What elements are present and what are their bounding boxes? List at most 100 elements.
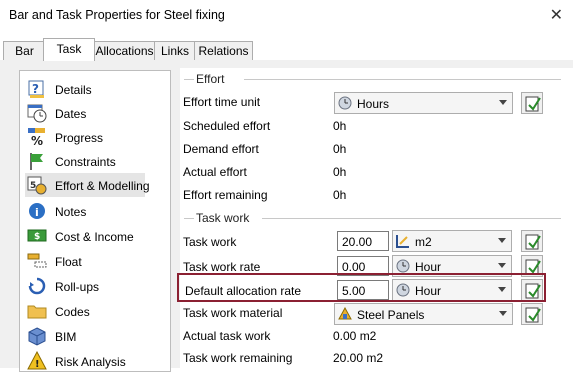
rollup-icon — [27, 276, 47, 296]
task-work-rate-unit-value: Hour — [415, 260, 442, 274]
measure-icon — [396, 234, 410, 248]
default-allocation-rate-label: Default allocation rate — [185, 284, 302, 298]
effort-remaining-row: Effort remaining 0h — [180, 184, 573, 206]
sidebar-item-label: Roll-ups — [55, 280, 100, 294]
demand-effort-row: Demand effort 0h — [180, 138, 573, 160]
effort-section-header: Effort — [180, 70, 573, 88]
task-work-material-row: Task work material Steel Panels — [180, 303, 573, 325]
sidebar-item-notes[interactable]: i Notes — [20, 199, 170, 223]
tab-allocations[interactable]: Allocations — [93, 41, 156, 60]
svg-text:i: i — [35, 206, 39, 219]
info-icon: i — [27, 201, 47, 221]
effort-time-unit-row: Effort time unit Hours — [180, 91, 573, 114]
folder-icon — [27, 301, 47, 321]
svg-text:5: 5 — [30, 181, 36, 191]
sidebar-item-cost-income[interactable]: $ Cost & Income — [20, 224, 170, 248]
svg-text:!: ! — [35, 359, 40, 370]
edit-icon — [525, 259, 541, 275]
tab-bar[interactable]: Bar — [3, 41, 46, 60]
task-work-unit-value: m2 — [415, 235, 432, 249]
sidebar-item-risk-analysis[interactable]: ! Risk Analysis — [20, 349, 170, 371]
cube-icon — [27, 326, 47, 346]
clock-icon — [338, 96, 352, 110]
svg-text:$: $ — [34, 232, 40, 242]
demand-effort-label: Demand effort — [183, 142, 259, 156]
task-work-input[interactable]: 20.00 — [337, 231, 389, 251]
sidebar-item-constraints[interactable]: Constraints — [20, 149, 170, 173]
svg-text:%: % — [31, 134, 43, 147]
sidebar-item-label: Notes — [55, 205, 87, 219]
edit-button[interactable] — [521, 303, 543, 325]
edit-button[interactable] — [521, 230, 543, 252]
default-allocation-rate-input[interactable]: 5.00 — [337, 280, 389, 300]
calendar-clock-icon — [27, 103, 47, 123]
default-allocation-rate-row: Default allocation rate 5.00 Hour — [180, 278, 573, 301]
edit-button[interactable] — [521, 92, 543, 114]
divider — [184, 79, 194, 80]
section-title: Effort — [196, 72, 225, 86]
demand-effort-value: 0h — [333, 142, 347, 156]
flag-icon — [27, 151, 47, 171]
edit-icon — [525, 234, 541, 250]
actual-effort-row: Actual effort 0h — [180, 161, 573, 183]
edit-button[interactable] — [521, 279, 543, 301]
close-icon[interactable]: ✕ — [550, 5, 563, 25]
default-allocation-rate-unit-value: Hour — [415, 284, 442, 298]
sidebar-item-dates[interactable]: Dates — [20, 101, 170, 125]
edit-icon — [525, 307, 541, 323]
sidebar-item-bim[interactable]: BIM — [20, 324, 170, 348]
task-work-remaining-label: Task work remaining — [183, 351, 293, 365]
effort-remaining-value: 0h — [333, 188, 347, 202]
tab-relations[interactable]: Relations — [194, 41, 253, 60]
chevron-down-icon — [499, 100, 507, 105]
scheduled-effort-row: Scheduled effort 0h — [180, 115, 573, 137]
sidebar-item-label: Risk Analysis — [55, 355, 126, 369]
task-work-unit-select[interactable]: m2 — [392, 230, 512, 252]
task-work-rate-label: Task work rate — [183, 260, 261, 274]
task-work-row: Task work 20.00 m2 — [180, 229, 573, 252]
default-allocation-rate-unit-select[interactable]: Hour — [392, 279, 512, 301]
sidebar-item-label: Float — [55, 255, 82, 269]
task-work-rate-unit-select[interactable]: Hour — [392, 255, 512, 277]
sidebar-item-float[interactable]: Float — [20, 249, 170, 273]
edit-icon — [525, 96, 541, 112]
sidebar-item-label: Dates — [55, 107, 87, 121]
scheduled-effort-label: Scheduled effort — [183, 119, 271, 133]
divider — [262, 218, 561, 219]
sidebar-item-label: Constraints — [55, 155, 116, 169]
sidebar: ? Details Dates % Progress Constraints 5… — [19, 70, 171, 372]
task-work-rate-input[interactable]: 0.00 — [337, 256, 389, 276]
sidebar-item-progress[interactable]: % Progress — [20, 125, 170, 149]
float-icon — [27, 251, 47, 271]
actual-effort-value: 0h — [333, 165, 347, 179]
sidebar-item-label: Details — [55, 83, 92, 97]
section-title: Task work — [196, 211, 250, 225]
task-work-section-header: Task work — [180, 209, 573, 227]
sidebar-item-codes[interactable]: Codes — [20, 299, 170, 323]
tab-strip: Bar Task Allocations Links Relations — [0, 38, 573, 61]
task-work-material-select[interactable]: Steel Panels — [334, 303, 513, 325]
chevron-down-icon — [499, 311, 507, 316]
sidebar-item-label: BIM — [55, 330, 77, 344]
effort-remaining-label: Effort remaining — [183, 188, 268, 202]
sidebar-item-roll-ups[interactable]: Roll-ups — [20, 274, 170, 298]
chevron-down-icon — [498, 263, 506, 268]
tab-task[interactable]: Task — [43, 38, 95, 61]
sidebar-item-label: Codes — [55, 305, 90, 319]
tab-links[interactable]: Links — [154, 41, 196, 60]
task-work-rate-row: Task work rate 0.00 Hour — [180, 254, 573, 277]
title-bar: Bar and Task Properties for Steel fixing… — [0, 0, 573, 33]
effort-time-unit-label: Effort time unit — [183, 95, 261, 109]
sidebar-item-details[interactable]: ? Details — [20, 77, 170, 101]
svg-text:?: ? — [32, 82, 39, 96]
material-icon — [338, 306, 352, 321]
sidebar-item-effort-modelling[interactable]: 5 Effort & Modelling — [25, 173, 150, 197]
chevron-down-icon — [498, 287, 506, 292]
actual-task-work-value: 0.00 m2 — [333, 329, 377, 343]
actual-effort-label: Actual effort — [183, 165, 247, 179]
task-work-material-value: Steel Panels — [357, 308, 425, 322]
edit-button[interactable] — [521, 255, 543, 277]
details-icon: ? — [27, 79, 47, 99]
scheduled-effort-value: 0h — [333, 119, 347, 133]
effort-time-unit-select[interactable]: Hours — [334, 92, 513, 114]
